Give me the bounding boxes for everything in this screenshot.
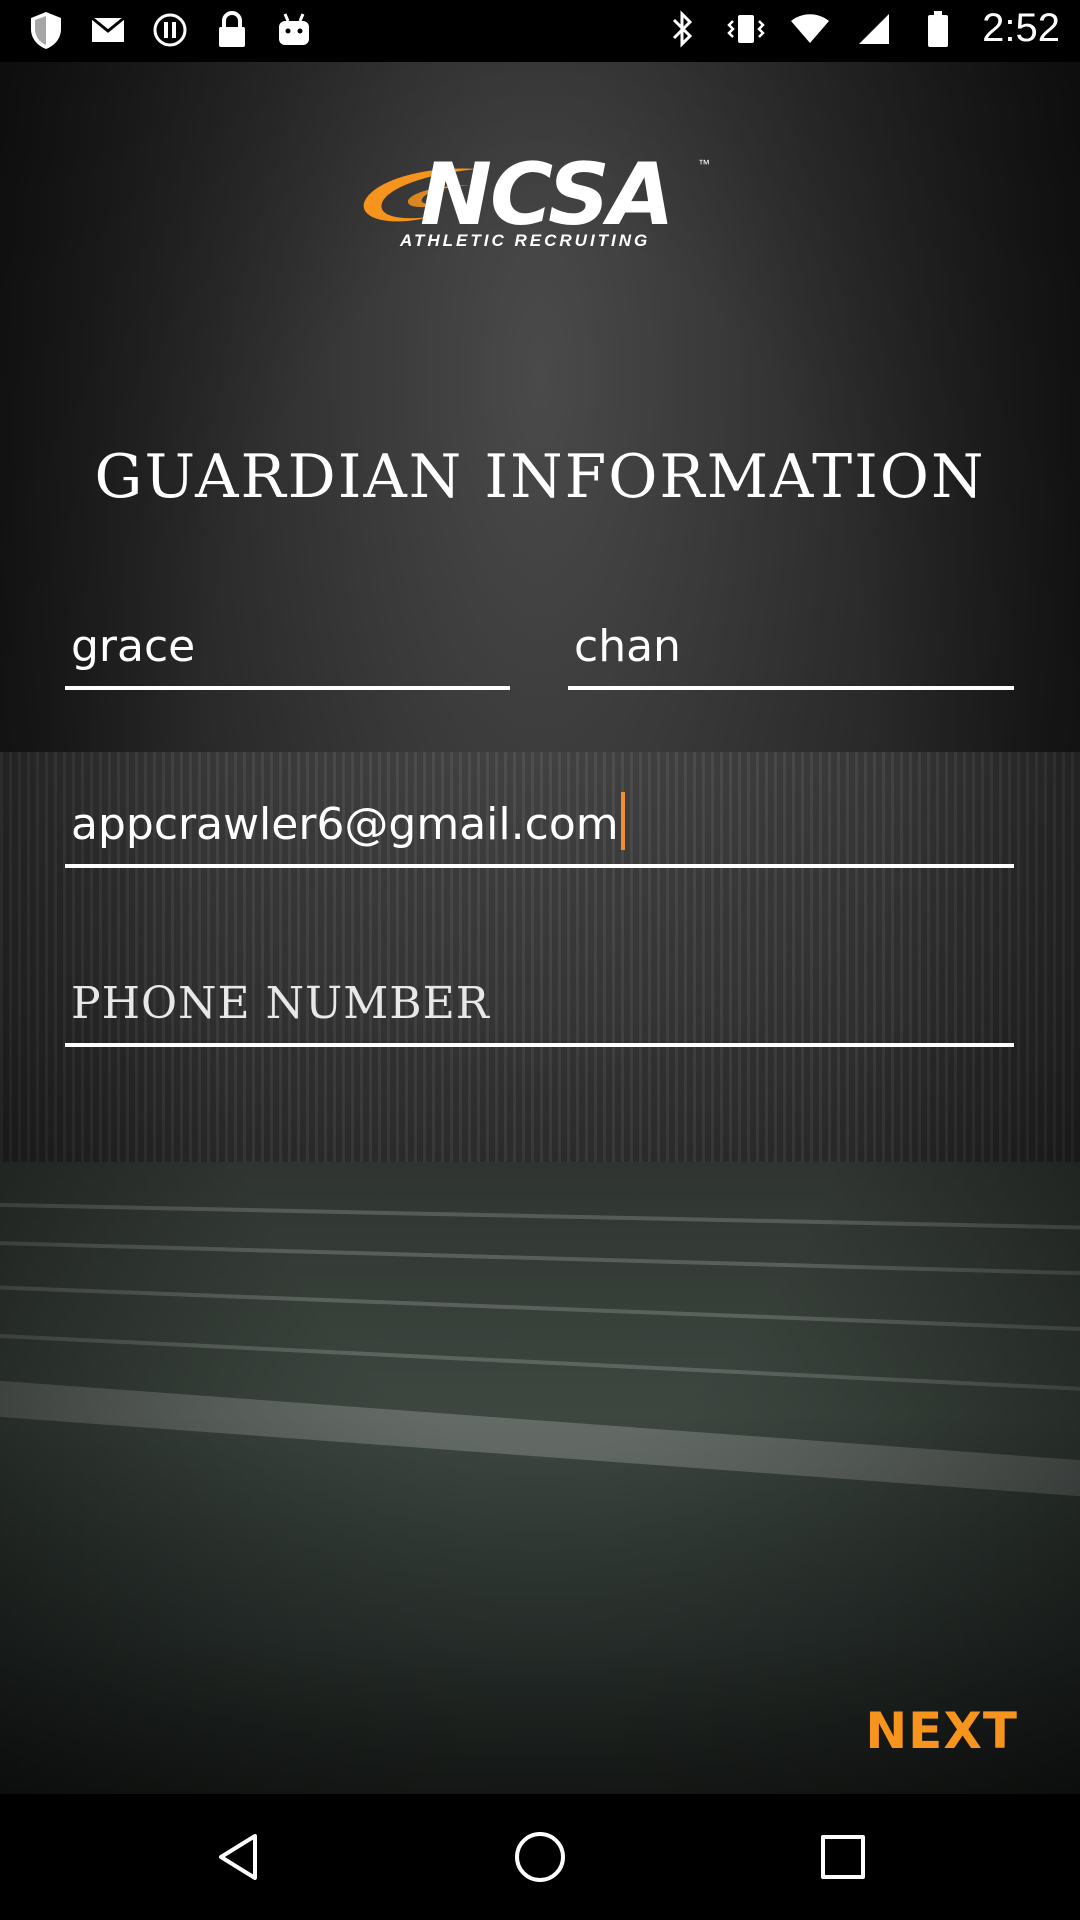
guardian-info-screen: NCSA ™ ATHLETIC RECRUITING GUARDIAN INFO… — [0, 62, 1080, 1794]
signal-icon — [854, 9, 894, 49]
lock-icon — [212, 10, 252, 50]
page-title: GUARDIAN INFORMATION — [94, 442, 986, 512]
status-bar: 2:52 — [0, 0, 1080, 62]
info-circle-icon — [150, 10, 190, 50]
logo-tagline: ATHLETIC RECRUITING — [400, 231, 651, 250]
android-icon — [274, 10, 314, 50]
email-value: appcrawler6@gmail.com — [71, 799, 619, 850]
wifi-icon — [790, 9, 830, 49]
recents-icon[interactable] — [813, 1827, 873, 1887]
phone-number-placeholder: PHONE NUMBER — [71, 978, 490, 1029]
home-icon[interactable] — [510, 1827, 570, 1887]
logo-trademark: ™ — [698, 157, 710, 171]
logo-brand-text: NCSA — [420, 145, 675, 245]
clock: 2:52 — [982, 6, 1060, 50]
last-name-field[interactable]: chan — [568, 610, 1014, 690]
mail-icon — [88, 10, 128, 50]
shield-icon — [26, 10, 66, 50]
bluetooth-icon — [662, 9, 702, 49]
vignette-overlay — [0, 62, 1080, 1794]
first-name-value: grace — [71, 621, 196, 672]
first-name-field[interactable]: grace — [65, 610, 510, 690]
navigation-bar — [0, 1794, 1080, 1920]
text-cursor — [620, 792, 625, 850]
back-icon[interactable] — [208, 1827, 268, 1887]
battery-icon — [918, 9, 958, 49]
email-field[interactable]: appcrawler6@gmail.com — [65, 788, 1014, 868]
last-name-value: chan — [574, 621, 681, 672]
next-button[interactable]: NEXT — [865, 1702, 1018, 1760]
phone-number-field[interactable]: PHONE NUMBER — [65, 967, 1014, 1047]
ncsa-logo: NCSA ™ ATHLETIC RECRUITING — [360, 147, 720, 257]
vibrate-icon — [726, 9, 766, 49]
